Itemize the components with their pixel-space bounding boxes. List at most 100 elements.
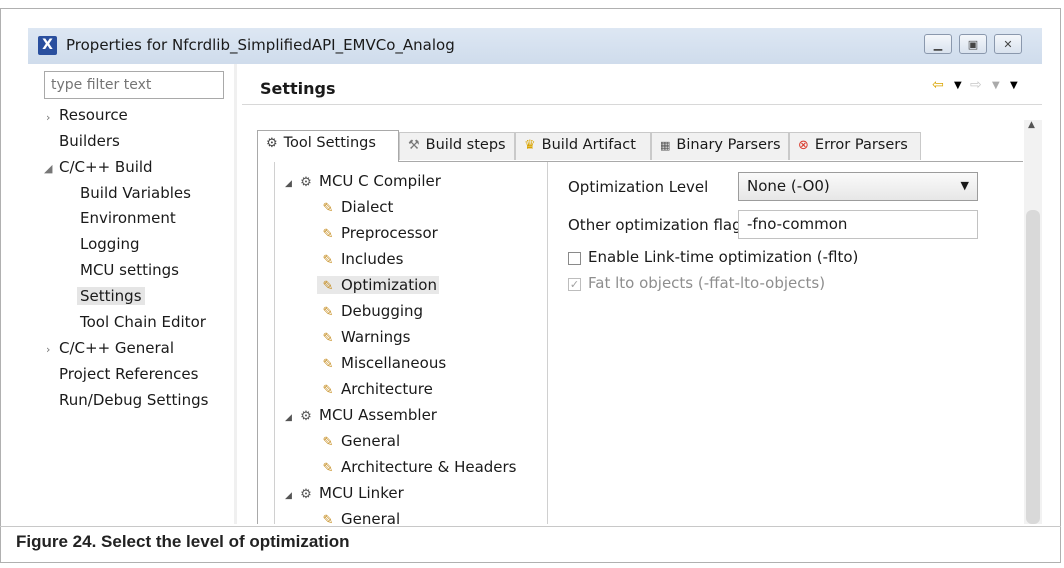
nav-item-environment[interactable]: Environment bbox=[80, 209, 176, 227]
tree-item-mcu-linker[interactable]: ◢ ⚙ MCU Linker bbox=[285, 484, 404, 502]
nav-item-mcu-settings[interactable]: MCU settings bbox=[80, 261, 179, 279]
settings-page-icon: ✎ bbox=[322, 279, 334, 294]
collapse-arrow-icon[interactable]: ◢ bbox=[44, 162, 52, 175]
tree-item-assembler-general[interactable]: ✎ General bbox=[319, 432, 401, 450]
tree-item-architecture-headers[interactable]: ✎ Architecture & Headers bbox=[319, 458, 517, 476]
tree-item-mcu-c-compiler[interactable]: ◢ ⚙ MCU C Compiler bbox=[285, 172, 441, 190]
nav-item-resource[interactable]: Resource bbox=[59, 106, 128, 124]
tab-build-steps[interactable]: ⚒ Build steps bbox=[399, 132, 515, 160]
settings-page-icon: ✎ bbox=[322, 513, 334, 524]
fat-lto-label: Fat lto objects (-ffat-lto-objects) bbox=[588, 274, 826, 292]
nav-item-cpp-general[interactable]: C/C++ General bbox=[59, 339, 174, 357]
collapse-arrow-icon[interactable]: ◢ bbox=[285, 179, 297, 189]
scroll-thumb[interactable] bbox=[1026, 210, 1040, 524]
nav-item-project-references[interactable]: Project References bbox=[59, 365, 198, 383]
nav-item-builders[interactable]: Builders bbox=[59, 132, 120, 150]
settings-page-icon: ✎ bbox=[322, 253, 334, 268]
error-icon: ⊗ bbox=[798, 138, 809, 153]
settings-page-icon: ✎ bbox=[322, 435, 334, 450]
caption-divider bbox=[0, 526, 1061, 527]
tree-item-mcu-assembler[interactable]: ◢ ⚙ MCU Assembler bbox=[285, 406, 437, 424]
binary-icon: ▦ bbox=[660, 139, 671, 152]
lto-checkbox[interactable] bbox=[568, 252, 581, 265]
app-icon: X bbox=[38, 36, 57, 55]
tree-item-label: General bbox=[341, 432, 401, 450]
scroll-up-icon[interactable]: ▲ bbox=[1028, 120, 1035, 130]
gear-icon: ⚙ bbox=[266, 136, 278, 151]
tree-item-miscellaneous[interactable]: ✎ Miscellaneous bbox=[319, 354, 447, 372]
tree-item-dialect[interactable]: ✎ Dialect bbox=[319, 198, 394, 216]
tab-error-parsers[interactable]: ⊗ Error Parsers bbox=[789, 132, 921, 160]
tab-tool-settings[interactable]: ⚙ Tool Settings bbox=[257, 130, 399, 162]
tree-item-linker-general[interactable]: ✎ General bbox=[319, 510, 401, 524]
optimization-level-value: None (-O0) bbox=[747, 177, 830, 195]
back-arrow-icon[interactable]: ⇦ bbox=[932, 77, 944, 93]
tree-item-label: General bbox=[341, 510, 401, 524]
title-bar: X Properties for Nfcrdlib_SimplifiedAPI_… bbox=[28, 28, 1042, 64]
trophy-icon: ♛ bbox=[524, 138, 536, 153]
nav-item-run-debug-settings[interactable]: Run/Debug Settings bbox=[59, 391, 208, 409]
tab-label: Tool Settings bbox=[283, 135, 376, 151]
tree-item-label: MCU Assembler bbox=[319, 406, 437, 424]
optimization-level-select[interactable]: None (-O0) ▼ bbox=[738, 172, 978, 201]
figure-caption: Figure 24. Select the level of optimizat… bbox=[16, 532, 350, 551]
settings-page-icon: ✎ bbox=[322, 357, 334, 372]
nav-item-tool-chain-editor[interactable]: Tool Chain Editor bbox=[80, 313, 206, 331]
restore-icon[interactable]: ▣ bbox=[959, 34, 987, 54]
tree-item-label: Architecture bbox=[341, 380, 433, 398]
tree-item-label: MCU Linker bbox=[319, 484, 404, 502]
nav-item-build-variables[interactable]: Build Variables bbox=[80, 184, 191, 202]
fat-lto-checkbox[interactable]: ✓ bbox=[568, 278, 581, 291]
settings-page-icon: ✎ bbox=[322, 227, 334, 242]
window-title: Properties for Nfcrdlib_SimplifiedAPI_EM… bbox=[66, 36, 455, 54]
tab-label: Binary Parsers bbox=[676, 137, 781, 153]
tree-item-optimization[interactable]: ✎ Optimization bbox=[317, 276, 439, 294]
tool-settings-panel: ◢ ⚙ MCU C Compiler ✎ Dialect ✎ Preprocessor … bbox=[257, 161, 1023, 524]
tree-item-label: Includes bbox=[341, 250, 404, 268]
tree-item-label: Preprocessor bbox=[341, 224, 438, 242]
expand-arrow-icon[interactable]: › bbox=[46, 111, 50, 124]
vertical-scrollbar[interactable]: ▲ bbox=[1024, 120, 1042, 524]
gear-icon: ⚙ bbox=[300, 409, 312, 424]
tab-label: Build steps bbox=[425, 137, 506, 153]
close-icon[interactable]: ✕ bbox=[994, 34, 1022, 54]
tab-build-artifact[interactable]: ♛ Build Artifact bbox=[515, 132, 651, 160]
collapse-arrow-icon[interactable]: ◢ bbox=[285, 413, 297, 423]
back-menu-icon[interactable]: ▼ bbox=[954, 80, 962, 91]
tab-label: Error Parsers bbox=[814, 137, 908, 153]
expand-arrow-icon[interactable]: › bbox=[46, 343, 50, 356]
tab-label: Build Artifact bbox=[541, 137, 636, 153]
properties-dialog: X Properties for Nfcrdlib_SimplifiedAPI_… bbox=[28, 28, 1042, 524]
gear-icon: ⚙ bbox=[300, 487, 312, 502]
view-menu-icon[interactable]: ▼ bbox=[1010, 80, 1018, 91]
tree-item-warnings[interactable]: ✎ Warnings bbox=[319, 328, 411, 346]
tree-item-label: Miscellaneous bbox=[341, 354, 447, 372]
nav-item-logging[interactable]: Logging bbox=[80, 235, 140, 253]
panel-sash[interactable] bbox=[234, 64, 237, 524]
page-title: Settings bbox=[260, 79, 336, 98]
tree-item-label: Dialect bbox=[341, 198, 394, 216]
settings-page-icon: ✎ bbox=[322, 201, 334, 216]
collapse-arrow-icon[interactable]: ◢ bbox=[285, 491, 297, 501]
forward-menu-icon[interactable]: ▼ bbox=[992, 80, 1000, 91]
other-flags-label: Other optimization flags bbox=[568, 216, 750, 234]
tree-item-label: Debugging bbox=[341, 302, 424, 320]
filter-input[interactable] bbox=[44, 71, 224, 99]
tool-tree: ◢ ⚙ MCU C Compiler ✎ Dialect ✎ Preprocessor … bbox=[274, 162, 548, 524]
nav-item-cpp-build[interactable]: C/C++ Build bbox=[59, 158, 153, 176]
tree-item-preprocessor[interactable]: ✎ Preprocessor bbox=[319, 224, 438, 242]
settings-page-icon: ✎ bbox=[322, 461, 334, 476]
minimize-icon[interactable]: ▁ bbox=[924, 34, 952, 54]
lto-label: Enable Link-time optimization (-flto) bbox=[588, 248, 859, 266]
tree-item-architecture[interactable]: ✎ Architecture bbox=[319, 380, 433, 398]
gear-icon: ⚙ bbox=[300, 175, 312, 190]
build-icon: ⚒ bbox=[408, 138, 420, 153]
tree-item-debugging[interactable]: ✎ Debugging bbox=[319, 302, 424, 320]
tab-binary-parsers[interactable]: ▦ Binary Parsers bbox=[651, 132, 789, 160]
nav-item-settings[interactable]: Settings bbox=[77, 287, 145, 305]
forward-arrow-icon[interactable]: ⇨ bbox=[970, 77, 982, 93]
chevron-down-icon: ▼ bbox=[960, 179, 969, 192]
tree-item-includes[interactable]: ✎ Includes bbox=[319, 250, 404, 268]
tree-item-label: Warnings bbox=[341, 328, 411, 346]
other-flags-input[interactable]: -fno-common bbox=[738, 210, 978, 239]
